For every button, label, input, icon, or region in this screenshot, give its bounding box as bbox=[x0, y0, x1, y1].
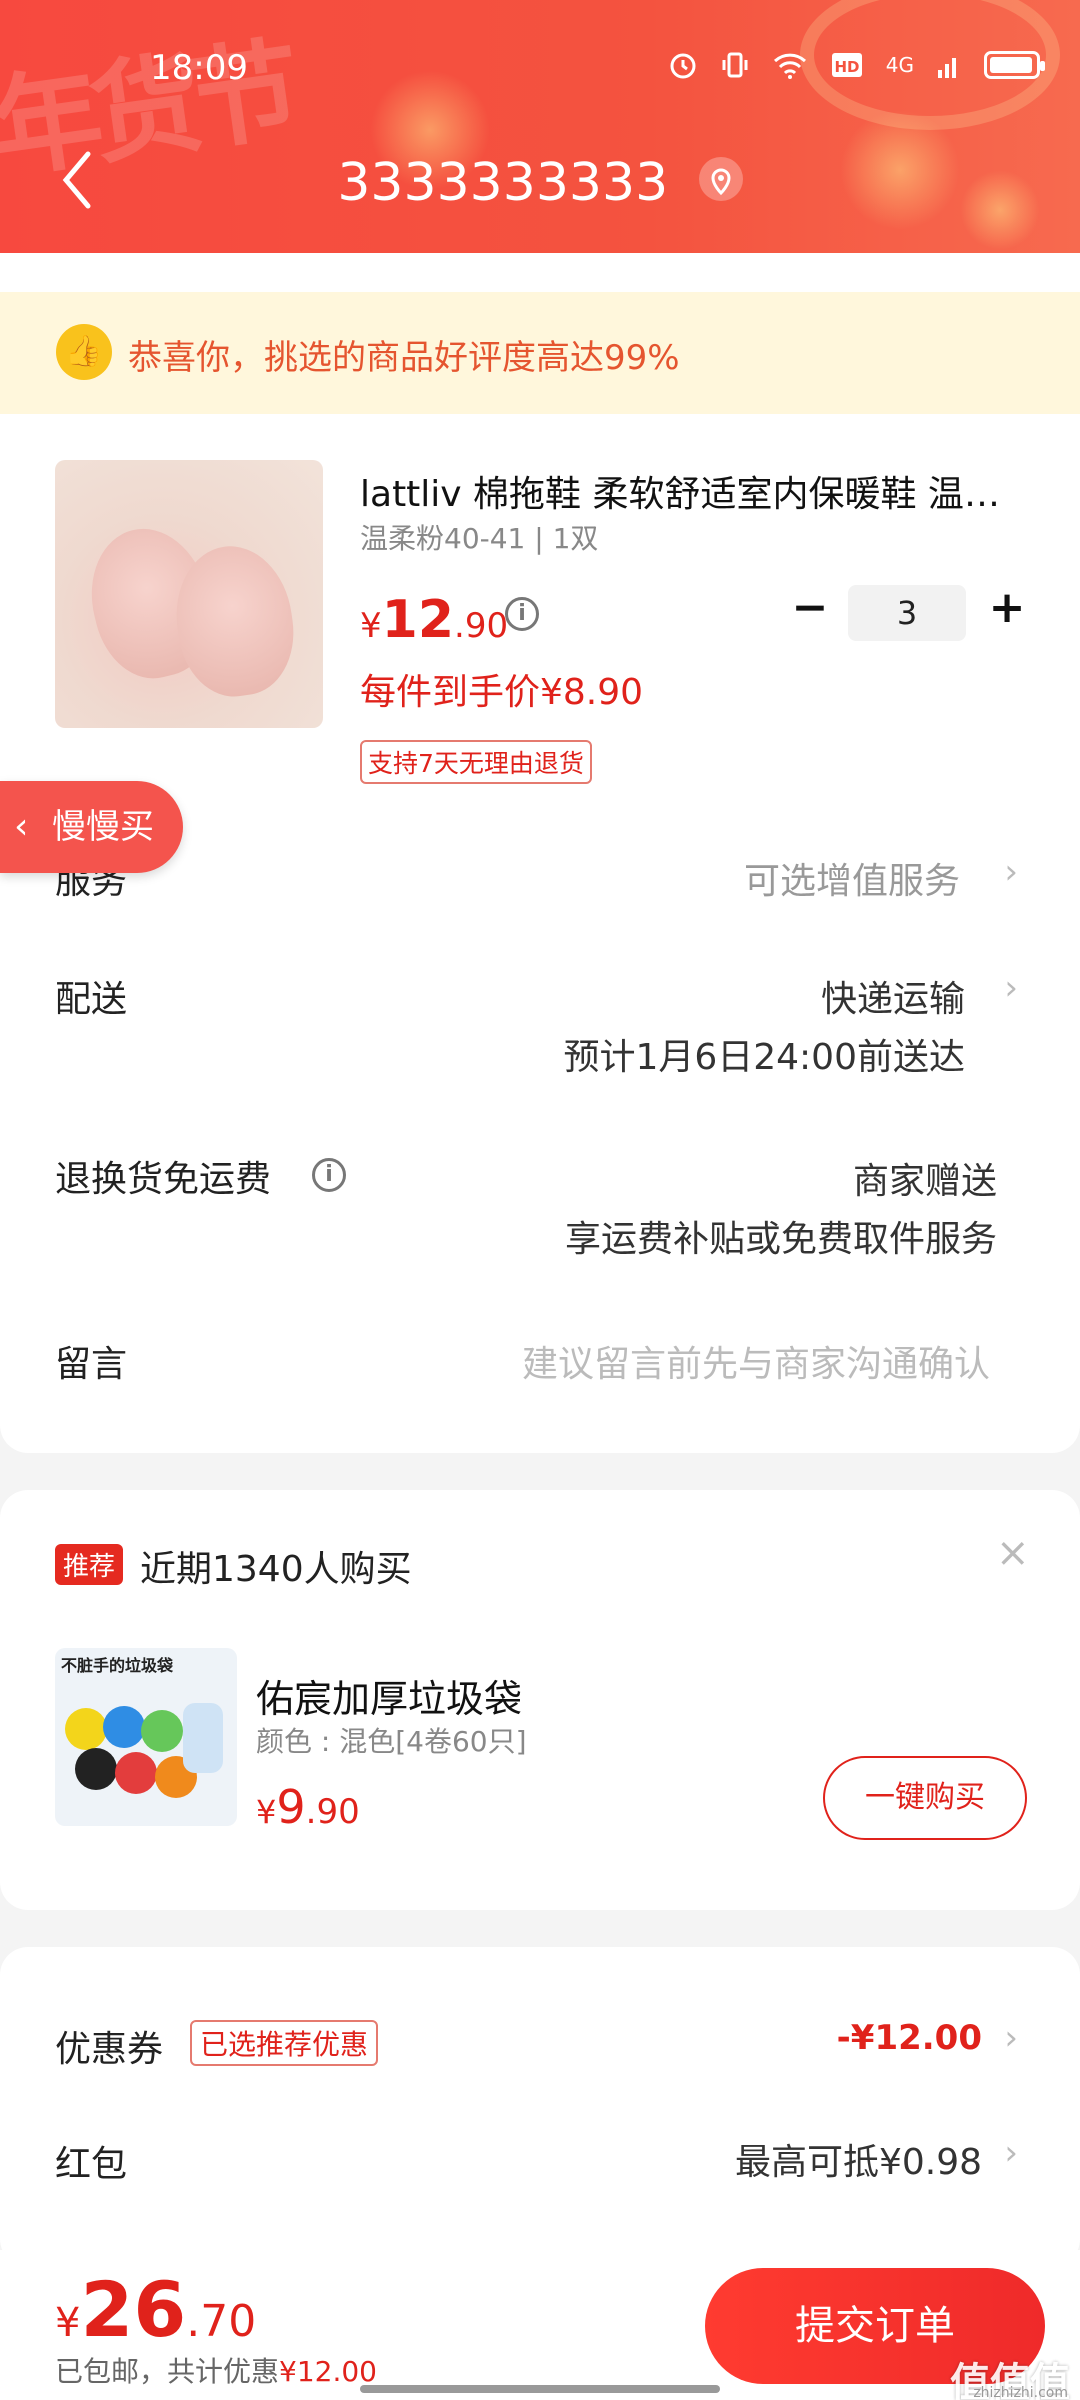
coupon-label: 优惠券 bbox=[55, 2029, 164, 2070]
vibrate-icon bbox=[722, 52, 748, 78]
summary-amount: ¥12.00 bbox=[279, 2355, 377, 2388]
delivery-value[interactable]: 快递运输 bbox=[821, 970, 965, 1022]
location-pin-icon bbox=[698, 157, 743, 201]
quantity-minus-button[interactable]: − bbox=[790, 586, 830, 630]
total-integer: 26 bbox=[80, 2265, 187, 2354]
recommend-product-image[interactable]: 不脏手的垃圾袋 bbox=[55, 1648, 237, 1826]
watermark-url: zhizhizhi.com bbox=[973, 2385, 1068, 2400]
coupon-badge: 已选推荐优惠 bbox=[190, 2020, 379, 2066]
summary-prefix: 已包邮，共计优惠 bbox=[55, 2355, 280, 2388]
bin-shape bbox=[183, 1703, 223, 1773]
roll-shape bbox=[115, 1752, 157, 1794]
total-price: ¥26.70 bbox=[55, 2265, 256, 2354]
slow-buy-button[interactable]: ‹ 慢慢买 bbox=[0, 781, 183, 873]
product-title[interactable]: lattliv 棉拖鞋 柔软舒适室内保暖鞋 温柔粉40-41 bbox=[360, 465, 1020, 517]
free-return-value: 商家赠送 bbox=[852, 1161, 997, 1202]
image-caption: 不脏手的垃圾袋 bbox=[61, 1656, 174, 1675]
svg-text:HD: HD bbox=[834, 58, 859, 76]
price-integer: 9 bbox=[276, 1780, 306, 1834]
chevron-right-icon[interactable]: › bbox=[1004, 968, 1018, 1008]
roll-shape bbox=[75, 1748, 117, 1790]
chevron-right-icon[interactable]: › bbox=[1004, 2018, 1018, 2058]
recommend-spec: 颜色 : 混色[4卷60只] bbox=[256, 1725, 527, 1758]
close-icon[interactable]: × bbox=[996, 1530, 1030, 1576]
signal-icon bbox=[938, 58, 956, 78]
quantity-input[interactable]: 3 bbox=[848, 585, 966, 641]
chevron-right-icon[interactable]: › bbox=[1004, 2133, 1018, 2173]
quick-buy-button[interactable]: 一键购买 bbox=[823, 1756, 1027, 1840]
roll-shape bbox=[141, 1710, 183, 1752]
free-return-label: 退换货免运费 bbox=[55, 1159, 272, 1200]
total-summary: 已包邮，共计优惠¥12.00 bbox=[55, 2350, 377, 2390]
wifi-icon bbox=[773, 53, 806, 79]
quantity-plus-button[interactable]: + bbox=[985, 586, 1029, 632]
thumbs-up-icon: 👍 bbox=[56, 324, 112, 380]
alarm-icon bbox=[670, 53, 696, 79]
red-packet-value[interactable]: 最高可抵¥0.98 bbox=[735, 2133, 982, 2185]
return-policy-badge: 支持7天无理由退货 bbox=[360, 740, 592, 784]
service-value[interactable]: 可选增值服务 bbox=[744, 852, 960, 904]
network-type: 4G bbox=[885, 53, 914, 77]
chevron-right-icon[interactable]: › bbox=[1004, 852, 1018, 892]
chevron-left-icon: ‹ bbox=[14, 806, 29, 847]
freight-info-icon[interactable]: i bbox=[312, 1158, 346, 1192]
product-price: ¥12.90 bbox=[360, 590, 508, 650]
currency-symbol: ¥ bbox=[55, 2300, 81, 2346]
discount-card bbox=[0, 1947, 1080, 2267]
home-indicator[interactable] bbox=[360, 2385, 720, 2393]
header: 年货节 bbox=[0, 0, 1080, 253]
slow-buy-label: 慢慢买 bbox=[52, 807, 154, 847]
recommend-badge: 推荐 bbox=[55, 1544, 124, 1585]
message-input[interactable]: 建议留言前先与商家沟通确认 bbox=[522, 1335, 990, 1387]
price-decimal: .90 bbox=[454, 606, 509, 646]
currency-symbol: ¥ bbox=[360, 606, 382, 646]
red-packet-label: 红包 bbox=[55, 2144, 128, 2185]
total-decimal: .70 bbox=[186, 2296, 257, 2347]
battery-icon bbox=[984, 51, 1045, 79]
status-time: 18:09 bbox=[150, 48, 248, 88]
status-icons: HD 4G bbox=[668, 50, 1045, 80]
coupon-value[interactable]: -¥12.00 bbox=[837, 2018, 982, 2058]
roll-shape bbox=[103, 1706, 145, 1748]
message-label: 留言 bbox=[55, 1344, 128, 1385]
delivery-label: 配送 bbox=[55, 979, 128, 1020]
banner-text: 恭喜你，挑选的商品好评度高达99% bbox=[128, 338, 680, 378]
address-title[interactable]: 3333333333 bbox=[0, 150, 1080, 213]
recommend-price: ¥9.90 bbox=[256, 1780, 360, 1834]
delivery-eta: 预计1月6日24:00前送达 bbox=[563, 1037, 965, 1078]
address-text: 3333333333 bbox=[337, 153, 669, 213]
product-image[interactable] bbox=[55, 460, 323, 728]
price-info-icon[interactable]: i bbox=[505, 597, 539, 631]
per-item-price: 每件到手价¥8.90 bbox=[360, 672, 644, 713]
free-return-sub: 享运费补贴或免费取件服务 bbox=[564, 1219, 997, 1260]
price-integer: 12 bbox=[381, 590, 455, 650]
product-spec[interactable]: 温柔粉40-41 | 1双 bbox=[360, 517, 598, 557]
price-decimal: .90 bbox=[305, 1792, 360, 1832]
roll-shape bbox=[65, 1708, 107, 1750]
hd-icon: HD bbox=[831, 53, 862, 77]
currency-symbol: ¥ bbox=[256, 1793, 277, 1831]
recommend-name[interactable]: 佑宸加厚垃圾袋 bbox=[256, 1668, 522, 1723]
recommend-title: 近期1340人购买 bbox=[140, 1549, 412, 1590]
